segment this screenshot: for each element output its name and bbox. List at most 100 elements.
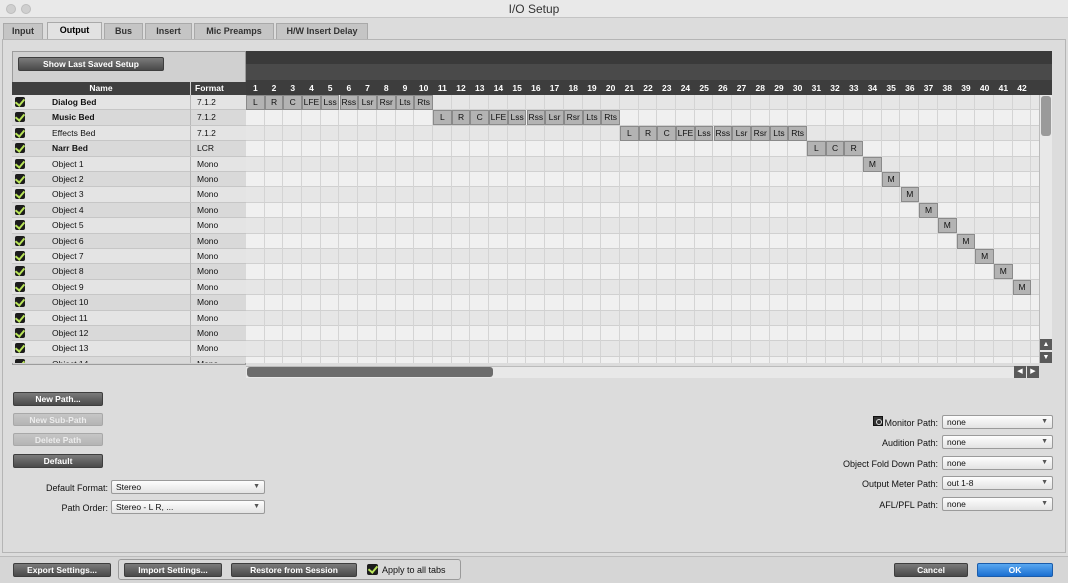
grid-cell[interactable]	[396, 279, 415, 295]
grid-cell[interactable]	[770, 310, 789, 326]
grid-cell[interactable]	[770, 295, 789, 311]
grid-cell[interactable]	[321, 218, 340, 234]
grid-cell[interactable]	[863, 172, 882, 187]
grid-cell[interactable]	[844, 172, 864, 187]
grid-cell[interactable]	[377, 264, 396, 280]
grid-cell[interactable]	[770, 172, 789, 187]
grid-cell[interactable]	[751, 110, 770, 126]
grid-cell[interactable]	[452, 125, 471, 141]
grid-cell[interactable]	[377, 141, 396, 157]
grid-cell[interactable]	[807, 125, 826, 141]
grid-cell[interactable]	[657, 156, 677, 172]
grid-cell[interactable]	[676, 187, 695, 203]
grid-cell[interactable]	[265, 341, 284, 357]
grid-cell[interactable]	[340, 233, 359, 249]
path-name[interactable]: Object 1	[52, 159, 84, 169]
grid-cell[interactable]	[657, 326, 677, 341]
path-enabled-checkbox[interactable]	[15, 328, 25, 338]
grid-cell[interactable]	[751, 356, 770, 363]
grid-cell[interactable]	[788, 218, 807, 234]
grid-cell[interactable]	[788, 310, 807, 326]
grid-cell[interactable]	[452, 156, 471, 172]
grid-cell[interactable]	[994, 172, 1013, 187]
grid-cell[interactable]	[695, 233, 714, 249]
grid-cell[interactable]	[639, 326, 658, 341]
path-enabled-checkbox[interactable]	[15, 312, 25, 323]
path-name[interactable]: Object 6	[52, 236, 84, 246]
grid-cell[interactable]	[527, 264, 546, 280]
grid-cell[interactable]	[975, 233, 994, 249]
grid-cell[interactable]	[583, 125, 602, 141]
grid-cell[interactable]	[1013, 156, 1032, 172]
path-enabled-checkbox[interactable]	[15, 204, 25, 215]
grid-cell[interactable]	[265, 356, 284, 363]
path-row[interactable]: Object 14 Mono	[12, 356, 246, 363]
grid-cell[interactable]	[265, 156, 284, 172]
grid-cell[interactable]	[564, 295, 583, 311]
grid-cell[interactable]	[396, 326, 415, 341]
grid-cell[interactable]	[770, 233, 789, 249]
grid-cell[interactable]	[620, 310, 639, 326]
grid-cell[interactable]	[545, 264, 564, 280]
path-name[interactable]: Object 12	[52, 328, 88, 338]
grid-cell[interactable]	[695, 341, 714, 357]
grid-cell[interactable]	[283, 264, 303, 280]
grid-cell[interactable]	[396, 156, 415, 172]
channel-assignment[interactable]: C	[283, 95, 303, 110]
grid-cell[interactable]	[770, 326, 789, 341]
grid-cell[interactable]	[302, 218, 321, 234]
grid-cell[interactable]	[489, 326, 508, 341]
grid-cell[interactable]	[751, 172, 770, 187]
grid-cell[interactable]	[957, 156, 976, 172]
format-column-header[interactable]: Format	[191, 82, 246, 95]
grid-cell[interactable]	[358, 218, 377, 234]
grid-cell[interactable]	[527, 202, 546, 218]
grid-cell[interactable]	[938, 187, 957, 203]
grid-cell[interactable]	[994, 326, 1013, 341]
grid-cell[interactable]	[620, 341, 639, 357]
grid-cell[interactable]	[844, 110, 864, 126]
grid-cell[interactable]	[957, 341, 976, 357]
grid-cell[interactable]	[975, 310, 994, 326]
grid-cell[interactable]	[901, 125, 920, 141]
grid-cell[interactable]	[807, 310, 826, 326]
grid-cell[interactable]	[770, 279, 789, 295]
grid-cell[interactable]	[994, 249, 1013, 264]
grid-cell[interactable]	[414, 202, 433, 218]
grid-cell[interactable]	[340, 264, 359, 280]
grid-cell[interactable]	[508, 233, 527, 249]
grid-cell[interactable]	[751, 295, 770, 311]
grid-cell[interactable]	[433, 295, 452, 311]
grid-cell[interactable]	[863, 95, 882, 110]
grid-cell[interactable]	[470, 279, 490, 295]
grid-cell[interactable]	[620, 326, 639, 341]
grid-cell[interactable]	[695, 95, 714, 110]
grid-cell[interactable]	[396, 172, 415, 187]
grid-cell[interactable]	[657, 279, 677, 295]
grid-cell[interactable]	[452, 95, 471, 110]
grid-cell[interactable]	[321, 326, 340, 341]
channel-assignment[interactable]: M	[937, 218, 957, 234]
grid-cell[interactable]	[433, 279, 452, 295]
grid-cell[interactable]	[489, 141, 508, 157]
grid-cell[interactable]	[620, 295, 639, 311]
channel-assignment[interactable]: L	[246, 95, 265, 110]
grid-cell[interactable]	[732, 202, 751, 218]
path-name[interactable]: Object 7	[52, 251, 84, 261]
grid-cell[interactable]	[938, 249, 957, 264]
scroll-left-icon[interactable]: ◀	[1014, 366, 1026, 378]
grid-cell[interactable]	[657, 141, 677, 157]
grid-cell[interactable]	[414, 156, 433, 172]
grid-cell[interactable]	[1013, 233, 1032, 249]
grid-cell[interactable]	[508, 341, 527, 357]
grid-cell[interactable]	[340, 202, 359, 218]
grid-cell[interactable]	[489, 356, 508, 363]
grid-cell[interactable]	[938, 172, 957, 187]
grid-cell[interactable]	[863, 356, 882, 363]
grid-cell[interactable]	[751, 279, 770, 295]
grid-cell[interactable]	[919, 156, 938, 172]
channel-assignment[interactable]: C	[825, 141, 845, 157]
grid-cell[interactable]	[919, 141, 938, 157]
grid-cell[interactable]	[489, 249, 508, 264]
grid-cell[interactable]	[620, 110, 639, 126]
